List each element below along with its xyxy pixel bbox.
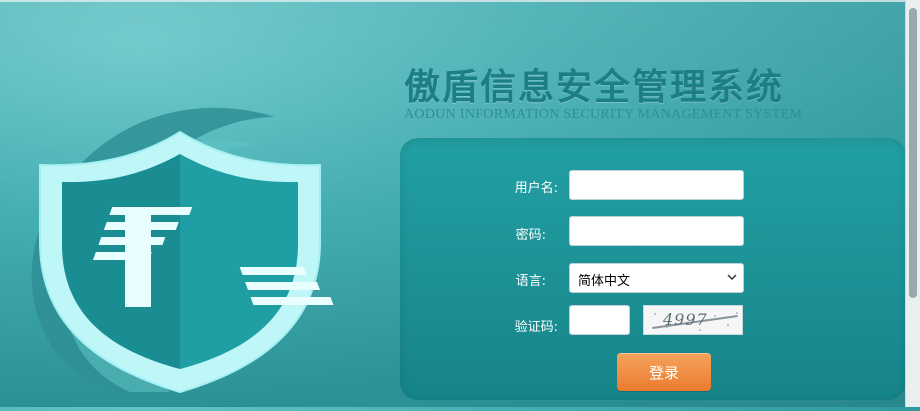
captcha-text: 4997 xyxy=(663,310,708,329)
username-label: 用户名: xyxy=(514,181,558,196)
vertical-scrollbar[interactable] xyxy=(905,0,920,407)
login-button[interactable]: 登录 xyxy=(617,353,711,391)
shield-k-icon xyxy=(31,107,334,394)
language-select[interactable]: 简体中文 xyxy=(569,263,744,293)
chevron-down-icon xyxy=(727,274,737,281)
login-page: 傲盾信息安全管理系统 AODUN INFORMATION SECURITY MA… xyxy=(0,0,920,407)
username-input[interactable] xyxy=(570,171,759,199)
captcha-field[interactable] xyxy=(569,305,645,335)
username-field[interactable] xyxy=(569,170,759,200)
captcha-noise xyxy=(666,326,668,328)
captcha-noise xyxy=(736,312,738,314)
logo-shield-icon xyxy=(20,62,380,407)
top-divider xyxy=(0,0,906,2)
password-field[interactable] xyxy=(569,216,759,246)
captcha-label: 验证码: xyxy=(514,320,558,335)
system-title: 傲盾信息安全管理系统 xyxy=(404,66,785,108)
captcha-noise xyxy=(699,329,701,331)
captcha-noise xyxy=(654,313,656,315)
captcha-noise xyxy=(727,324,729,326)
captcha-image[interactable]: 4997 xyxy=(643,305,743,335)
captcha-input[interactable] xyxy=(570,306,645,334)
password-label: 密码: xyxy=(515,228,546,243)
system-subtitle: AODUN INFORMATION SECURITY MANAGEMENT SY… xyxy=(404,107,803,122)
language-selected-value: 简体中文 xyxy=(578,274,631,289)
captcha-noise xyxy=(714,315,716,317)
language-label: 语言: xyxy=(515,274,546,289)
captcha-noise xyxy=(681,317,683,319)
scrollbar-thumb[interactable] xyxy=(909,8,917,298)
password-input[interactable] xyxy=(570,217,759,245)
